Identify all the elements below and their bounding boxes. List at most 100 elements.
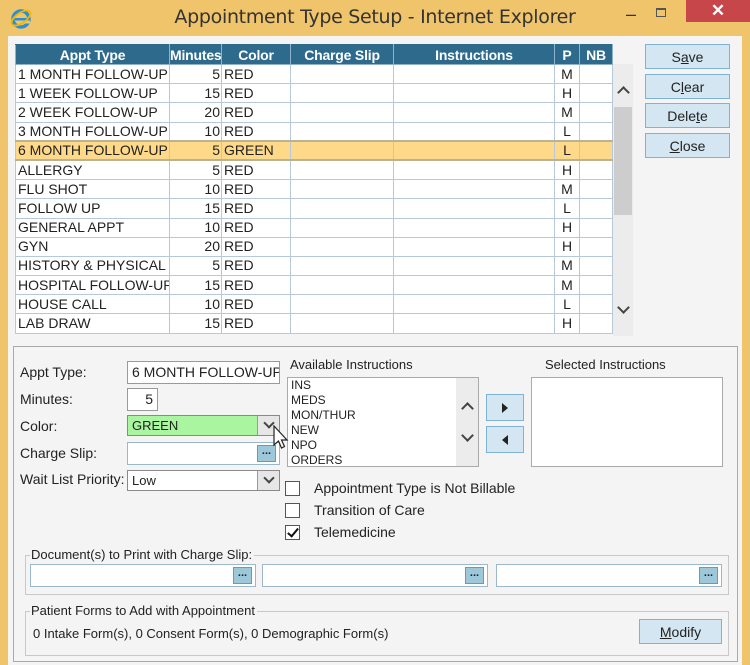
add-instruction-button[interactable] — [486, 394, 524, 421]
column-header-appt-type[interactable]: Appt Type — [15, 44, 170, 65]
dialog-client-area: Appt Type Minutes Color Charge Slip Inst… — [8, 36, 742, 665]
chevron-down-icon — [616, 301, 630, 314]
maximize-icon — [656, 7, 666, 17]
table-row[interactable]: HOUSE CALL 10 RED L — [15, 294, 613, 315]
telemedicine-label: Telemedicine — [314, 524, 396, 540]
list-item[interactable]: INS — [288, 378, 478, 393]
cell-nb — [579, 198, 613, 219]
column-header-nb[interactable]: NB — [579, 44, 613, 65]
clear-button[interactable]: Cl ear — [645, 74, 730, 99]
close-button[interactable]: Close — [645, 133, 730, 158]
close-window-button[interactable]: ✕ — [686, 0, 750, 22]
remove-instruction-button[interactable] — [486, 426, 524, 453]
table-row[interactable]: ALLERGY 5 RED H — [15, 159, 613, 181]
maximize-button[interactable] — [650, 0, 672, 24]
telemedicine-checkbox[interactable] — [285, 525, 300, 540]
clear-label-pre: C — [670, 78, 681, 95]
cell-charge-slip — [290, 83, 394, 104]
wait-list-priority-select[interactable]: Low — [127, 470, 280, 491]
table-row[interactable]: FOLLOW UP 15 RED L — [15, 198, 613, 219]
available-instructions-label: Available Instructions — [290, 357, 413, 372]
table-row[interactable]: LAB DRAW 15 RED H — [15, 313, 613, 334]
list-item[interactable]: ORDERS — [288, 453, 478, 466]
cell-priority: L — [554, 140, 580, 162]
minutes-input[interactable]: 5 — [127, 388, 158, 411]
delete-button[interactable]: Dele t e — [645, 103, 730, 128]
table-row[interactable]: FLU SHOT 10 RED M — [15, 179, 613, 200]
color-label: Color: — [20, 418, 58, 434]
cell-color: RED — [221, 179, 291, 200]
cell-minutes: 15 — [169, 313, 222, 334]
column-header-priority[interactable]: P — [554, 44, 580, 65]
list-item[interactable]: NEW — [288, 423, 478, 438]
cell-nb — [579, 255, 613, 277]
list-item[interactable]: MEDS — [288, 393, 478, 408]
document-1-browse-button[interactable]: ... — [233, 567, 252, 584]
cell-priority: L — [554, 294, 580, 315]
available-instructions-list[interactable]: INS MEDS MON/THUR NEW NPO ORDERS — [287, 377, 479, 467]
minutes-label: Minutes: — [20, 391, 73, 407]
table-row[interactable]: 6 MONTH FOLLOW-UP 5 GREEN L — [15, 140, 613, 162]
column-header-charge-slip[interactable]: Charge Slip — [290, 44, 394, 65]
cell-color: RED — [221, 198, 291, 219]
table-row[interactable]: 1 MONTH FOLLOW-UP 5 RED M — [15, 63, 613, 85]
table-row[interactable]: 1 WEEK FOLLOW-UP 15 RED H — [15, 83, 613, 104]
table-row[interactable]: 3 MONTH FOLLOW-UP 10 RED L — [15, 121, 613, 142]
scroll-down-button[interactable] — [613, 300, 633, 320]
chevron-up-icon — [460, 402, 474, 415]
cell-charge-slip — [290, 198, 394, 219]
table-row[interactable]: HISTORY & PHYSICAL 5 RED M — [15, 255, 613, 277]
document-2-browse-button[interactable]: ... — [465, 567, 484, 584]
cell-appt-type: 1 MONTH FOLLOW-UP — [15, 63, 170, 85]
document-input-2[interactable] — [262, 564, 488, 587]
cell-priority: M — [554, 102, 580, 123]
scroll-thumb[interactable] — [614, 107, 632, 215]
cell-appt-type: HOUSE CALL — [15, 294, 170, 315]
cell-charge-slip — [290, 179, 394, 200]
table-row[interactable]: GYN 20 RED H — [15, 236, 613, 257]
cell-charge-slip — [290, 63, 394, 85]
details-panel: Appt Type: 6 MONTH FOLLOW-UP Minutes: 5 … — [13, 346, 738, 662]
cell-nb — [579, 313, 613, 334]
color-select[interactable]: GREEN — [127, 415, 280, 436]
column-header-color[interactable]: Color — [221, 44, 291, 65]
column-header-minutes[interactable]: Minutes — [169, 44, 222, 65]
save-label-pre: S — [671, 48, 681, 65]
document-3-browse-button[interactable]: ... — [699, 567, 718, 584]
appt-type-input[interactable]: 6 MONTH FOLLOW-UP — [127, 361, 280, 384]
table-row[interactable]: 2 WEEK FOLLOW-UP 20 RED M — [15, 102, 613, 123]
scroll-up-button[interactable] — [613, 80, 633, 100]
cell-color: RED — [221, 63, 291, 85]
modify-button[interactable]: Modify — [639, 619, 722, 644]
save-button[interactable]: Sa ve — [645, 44, 730, 69]
cell-appt-type: 2 WEEK FOLLOW-UP — [15, 102, 170, 123]
transition-of-care-checkbox[interactable] — [285, 503, 300, 518]
list-scroll-up-button[interactable] — [456, 396, 478, 416]
list-item[interactable]: MON/THUR — [288, 408, 478, 423]
cell-nb — [579, 102, 613, 123]
grid-header-row: Appt Type Minutes Color Charge Slip Inst… — [15, 44, 613, 65]
document-input-3[interactable] — [496, 564, 722, 587]
patient-forms-summary: 0 Intake Form(s), 0 Consent Form(s), 0 D… — [33, 626, 389, 641]
minimize-button[interactable]: – — [620, 2, 642, 26]
cell-minutes: 20 — [169, 236, 222, 257]
list-item[interactable]: NPO — [288, 438, 478, 453]
cell-instructions — [393, 198, 555, 219]
document-input-1[interactable] — [30, 564, 256, 587]
not-billable-checkbox[interactable] — [285, 481, 300, 496]
cell-nb — [579, 159, 613, 181]
mouse-pointer-icon — [273, 425, 289, 449]
column-header-instructions[interactable]: Instructions — [393, 44, 555, 65]
table-row[interactable]: HOSPITAL FOLLOW-UP 15 RED M — [15, 275, 613, 296]
cell-instructions — [393, 179, 555, 200]
cell-appt-type: FOLLOW UP — [15, 198, 170, 219]
chevron-down-icon — [460, 429, 474, 442]
cell-minutes: 15 — [169, 198, 222, 219]
wait-list-dropdown-button[interactable] — [257, 471, 279, 490]
grid-scrollbar[interactable] — [613, 64, 633, 336]
table-row[interactable]: GENERAL APPT 10 RED H — [15, 217, 613, 238]
available-list-scrollbar[interactable] — [456, 378, 478, 466]
modify-label-post: odify — [671, 623, 702, 640]
selected-instructions-list[interactable] — [531, 377, 723, 467]
list-scroll-down-button[interactable] — [456, 428, 478, 448]
